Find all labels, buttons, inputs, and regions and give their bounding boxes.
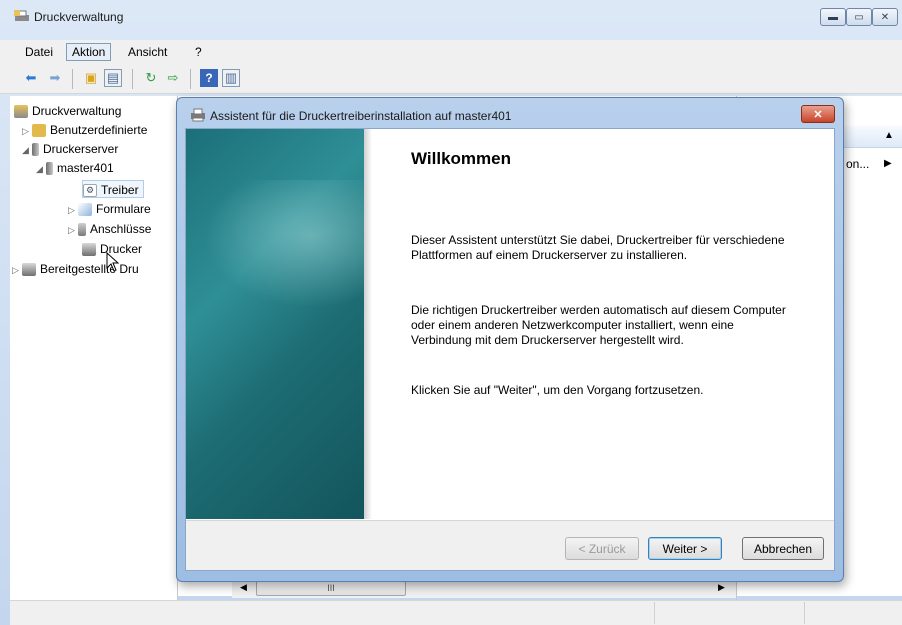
tree-item-treiber[interactable]: ⚙ Treiber xyxy=(82,180,144,198)
dialog-paragraph-2: Die richtigen Druckertreiber werden auto… xyxy=(411,303,786,347)
toolbar-separator xyxy=(190,69,191,89)
action-pane-icon[interactable]: ▥ xyxy=(222,69,240,87)
back-arrow-icon[interactable]: ⬅ xyxy=(22,69,40,87)
show-tree-icon[interactable]: ▤ xyxy=(104,69,122,87)
scroll-left-icon[interactable]: ◀ xyxy=(240,582,247,593)
cancel-button[interactable]: Abbrechen xyxy=(742,537,824,560)
menu-aktion[interactable]: Aktion xyxy=(66,43,112,61)
dialog-close-button[interactable]: ✕ xyxy=(801,105,835,123)
toolbar-separator xyxy=(72,69,73,89)
expand-icon[interactable]: ▷ xyxy=(12,261,22,279)
close-icon: ✕ xyxy=(880,11,890,23)
tree-item-master401[interactable]: ◢ master401 xyxy=(36,159,114,177)
dialog-footer xyxy=(186,520,834,570)
help-icon[interactable]: ? xyxy=(200,69,218,87)
window-title: Druckverwaltung xyxy=(34,10,124,24)
dialog-paragraph-3: Klicken Sie auf "Weiter", um den Vorgang… xyxy=(411,383,704,397)
next-button[interactable]: Weiter > xyxy=(648,537,722,560)
close-icon: ✕ xyxy=(813,108,823,121)
minimize-button[interactable]: ▬ xyxy=(820,8,846,26)
scroll-right-icon[interactable]: ▶ xyxy=(718,582,725,593)
wizard-banner-swirl xyxy=(186,180,364,320)
server-icon xyxy=(46,162,53,176)
close-window-button[interactable]: ✕ xyxy=(872,8,898,26)
printer-icon xyxy=(190,108,206,122)
toolbar xyxy=(0,62,902,94)
refresh-icon[interactable]: ↻ xyxy=(142,69,160,87)
printer-icon xyxy=(82,243,96,257)
collapse-icon[interactable]: ◢ xyxy=(22,141,32,159)
expand-icon[interactable]: ▷ xyxy=(22,122,32,140)
port-icon xyxy=(78,223,86,237)
dialog-paragraph-1: Dieser Assistent unterstützt Sie dabei, … xyxy=(411,233,785,262)
back-button[interactable]: < Zurück xyxy=(565,537,639,560)
menu-ansicht[interactable]: Ansicht xyxy=(123,43,172,61)
tree-item-benutzerdefinierte[interactable]: ▷ Benutzerdefinierte xyxy=(22,121,147,139)
status-divider xyxy=(654,602,655,624)
server-icon xyxy=(32,143,39,157)
scroll-up-icon[interactable]: ▲ xyxy=(884,130,894,141)
tree-item-formulare[interactable]: ▷ Formulare xyxy=(68,200,151,218)
scroll-thumb[interactable]: III xyxy=(256,581,406,596)
expand-icon[interactable]: ▷ xyxy=(68,221,78,239)
printer-icon xyxy=(22,263,36,277)
dialog-heading: Willkommen xyxy=(411,149,511,168)
wizard-banner-edge xyxy=(364,129,372,519)
mouse-cursor-icon xyxy=(106,252,120,272)
menu-help[interactable]: ? xyxy=(190,43,207,61)
expand-icon[interactable]: ▷ xyxy=(68,201,78,219)
tree-pane: Druckverwaltung ▷ Benutzerdefinierte ◢ Dru… xyxy=(10,96,178,600)
action-more-arrow-icon[interactable]: ▶ xyxy=(884,158,892,169)
status-bar xyxy=(10,600,902,625)
status-divider xyxy=(804,602,805,624)
forms-icon xyxy=(78,203,92,217)
tree-root[interactable]: Druckverwaltung xyxy=(14,102,121,120)
action-more-label[interactable]: on... xyxy=(846,157,869,171)
dialog-title: Assistent für die Druckertreiberinstalla… xyxy=(210,109,512,123)
menu-datei[interactable]: Datei xyxy=(20,43,58,61)
folder-up-icon[interactable]: ▣ xyxy=(82,69,100,87)
toolbar-separator xyxy=(132,69,133,89)
export-list-icon[interactable]: ⇨ xyxy=(164,69,182,87)
minimize-icon: ▬ xyxy=(828,11,838,23)
title-bar xyxy=(0,0,902,32)
maximize-icon: ▭ xyxy=(854,11,864,23)
forward-arrow-icon[interactable]: ➡ xyxy=(46,69,64,87)
printer-management-icon xyxy=(14,105,28,119)
driver-icon: ⚙ xyxy=(83,184,97,198)
printer-management-icon xyxy=(14,10,30,24)
filter-folder-icon xyxy=(32,124,46,138)
tree-item-anschluesse[interactable]: ▷ Anschlüsse xyxy=(68,220,151,238)
tree-item-druckerserver[interactable]: ◢ Druckerserver xyxy=(22,140,118,158)
collapse-icon[interactable]: ◢ xyxy=(36,160,46,178)
maximize-button[interactable]: ▭ xyxy=(846,8,872,26)
